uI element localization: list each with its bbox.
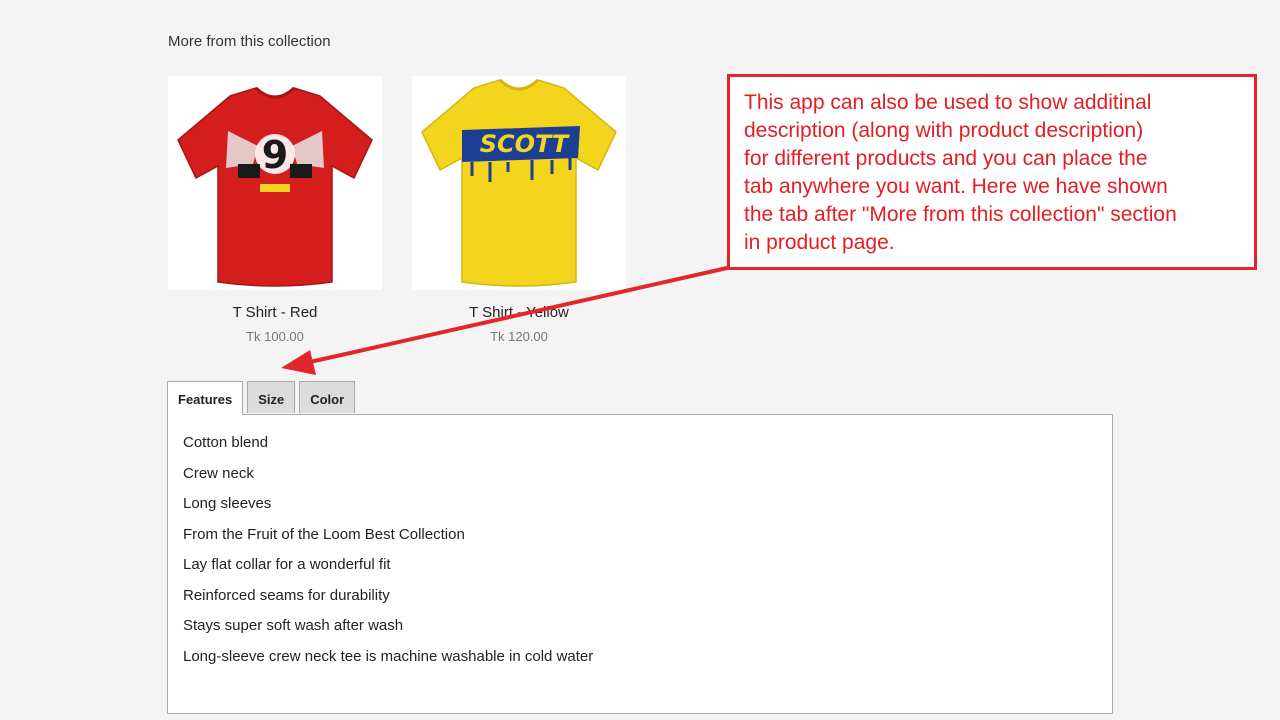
product-price: Tk 120.00	[490, 329, 548, 344]
product-card-red[interactable]: 9 T Shirt - Red Tk 100.00	[168, 76, 382, 346]
scott-logo-text: SCOTT	[480, 130, 570, 158]
product-image-red[interactable]: 9	[168, 76, 382, 290]
product-name[interactable]: T Shirt - Red	[168, 303, 382, 323]
feature-item: Long sleeves	[183, 495, 272, 512]
callout-line: description (along with product descript…	[744, 119, 1144, 142]
tab-features[interactable]: Features	[167, 381, 244, 415]
feature-item: Lay flat collar for a wonderful fit	[183, 556, 391, 573]
feature-item: Cotton blend	[183, 434, 269, 451]
feature-item: Stays super soft wash after wash	[183, 617, 404, 634]
red-tshirt-image: 9	[177, 86, 373, 287]
product-image-yellow[interactable]: SCOTT	[412, 76, 626, 290]
callout-line: in product page.	[744, 231, 895, 254]
callout-line: This app can also be used to show additi…	[744, 91, 1152, 114]
product-page: More from this collection 9 T Shirt - Re…	[0, 0, 1280, 720]
feature-item: Crew neck	[183, 464, 254, 482]
tab-color[interactable]: Color	[299, 381, 356, 413]
product-price: Tk 100.00	[246, 329, 304, 344]
product-tabs: Features Size Color	[167, 381, 359, 415]
product-name[interactable]: T Shirt - Yellow	[412, 303, 626, 323]
features-panel: Cotton blend Crew neck Long sleeves From…	[167, 414, 1113, 714]
svg-text:9: 9	[262, 133, 288, 177]
yellow-tshirt-image: SCOTT	[421, 78, 617, 287]
section-heading: More from this collection	[168, 33, 331, 50]
callout-line: the tab after "More from this collection…	[744, 203, 1177, 226]
product-card-yellow[interactable]: SCOTT T Shirt - Yellow Tk 120.00	[412, 76, 626, 346]
feature-item: Long-sleeve crew neck tee is machine was…	[183, 647, 594, 665]
tab-size[interactable]: Size	[247, 381, 296, 413]
callout-line: tab anywhere you want. Here we have show…	[744, 175, 1168, 198]
callout-line: for different products and you can place…	[744, 147, 1148, 170]
annotation-callout: This app can also be used to show additi…	[727, 74, 1257, 270]
feature-item: Reinforced seams for durability	[183, 586, 390, 604]
feature-item: From the Fruit of the Loom Best Collecti…	[183, 525, 465, 543]
